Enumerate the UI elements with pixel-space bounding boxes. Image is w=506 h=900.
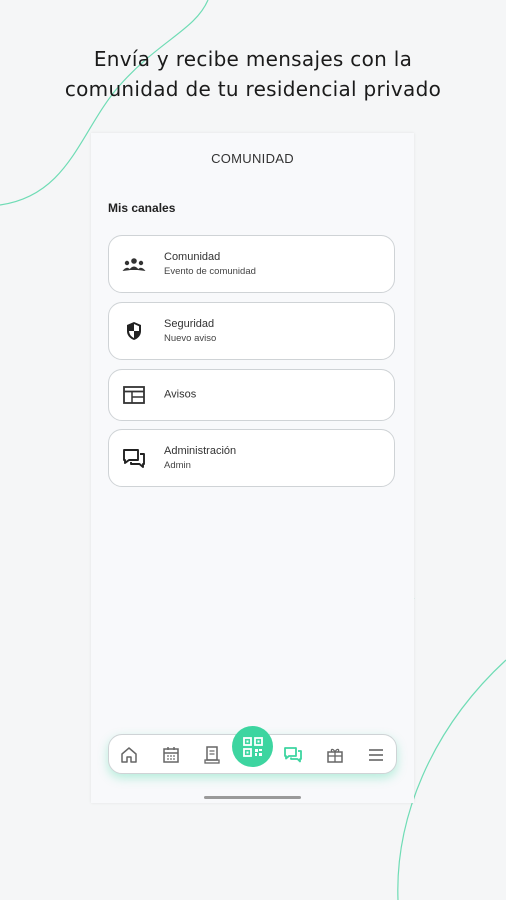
announcements-icon xyxy=(123,386,145,404)
home-icon[interactable] xyxy=(119,745,139,765)
headline-line-2: comunidad de tu residencial privado xyxy=(64,77,442,101)
channel-subtitle: Nuevo aviso xyxy=(164,333,217,344)
calendar-icon[interactable] xyxy=(161,745,181,765)
channel-subtitle: Evento de comunidad xyxy=(164,266,256,277)
document-icon[interactable] xyxy=(202,745,222,765)
screen-title: COMUNIDAD xyxy=(211,151,294,166)
chat-icon[interactable] xyxy=(283,745,303,765)
phone-screen: COMUNIDAD Mis canales Comunidad Evento d… xyxy=(91,133,414,803)
channel-administracion[interactable]: Administración Admin xyxy=(108,429,395,487)
promo-headline: Envía y recibe mensajes con la comunidad… xyxy=(0,44,506,104)
shield-icon xyxy=(127,322,141,340)
section-label: Mis canales xyxy=(108,201,176,215)
channel-subtitle: Admin xyxy=(164,460,191,471)
channel-comunidad[interactable]: Comunidad Evento de comunidad xyxy=(108,235,395,293)
qr-scan-button[interactable] xyxy=(232,726,273,767)
group-icon xyxy=(122,258,146,271)
channel-avisos[interactable]: Avisos xyxy=(108,369,395,421)
home-indicator xyxy=(204,796,301,799)
chat-icon xyxy=(123,449,145,468)
channel-name: Avisos xyxy=(164,388,197,401)
headline-line-1: Envía y recibe mensajes con la xyxy=(93,47,413,71)
channel-name: Administración xyxy=(164,445,237,457)
channel-name: Seguridad xyxy=(164,318,215,330)
qr-code-icon xyxy=(242,736,263,757)
channel-seguridad[interactable]: Seguridad Nuevo aviso xyxy=(108,302,395,360)
gift-icon[interactable] xyxy=(325,745,345,765)
menu-icon[interactable] xyxy=(366,745,386,765)
channel-name: Comunidad xyxy=(164,251,221,263)
